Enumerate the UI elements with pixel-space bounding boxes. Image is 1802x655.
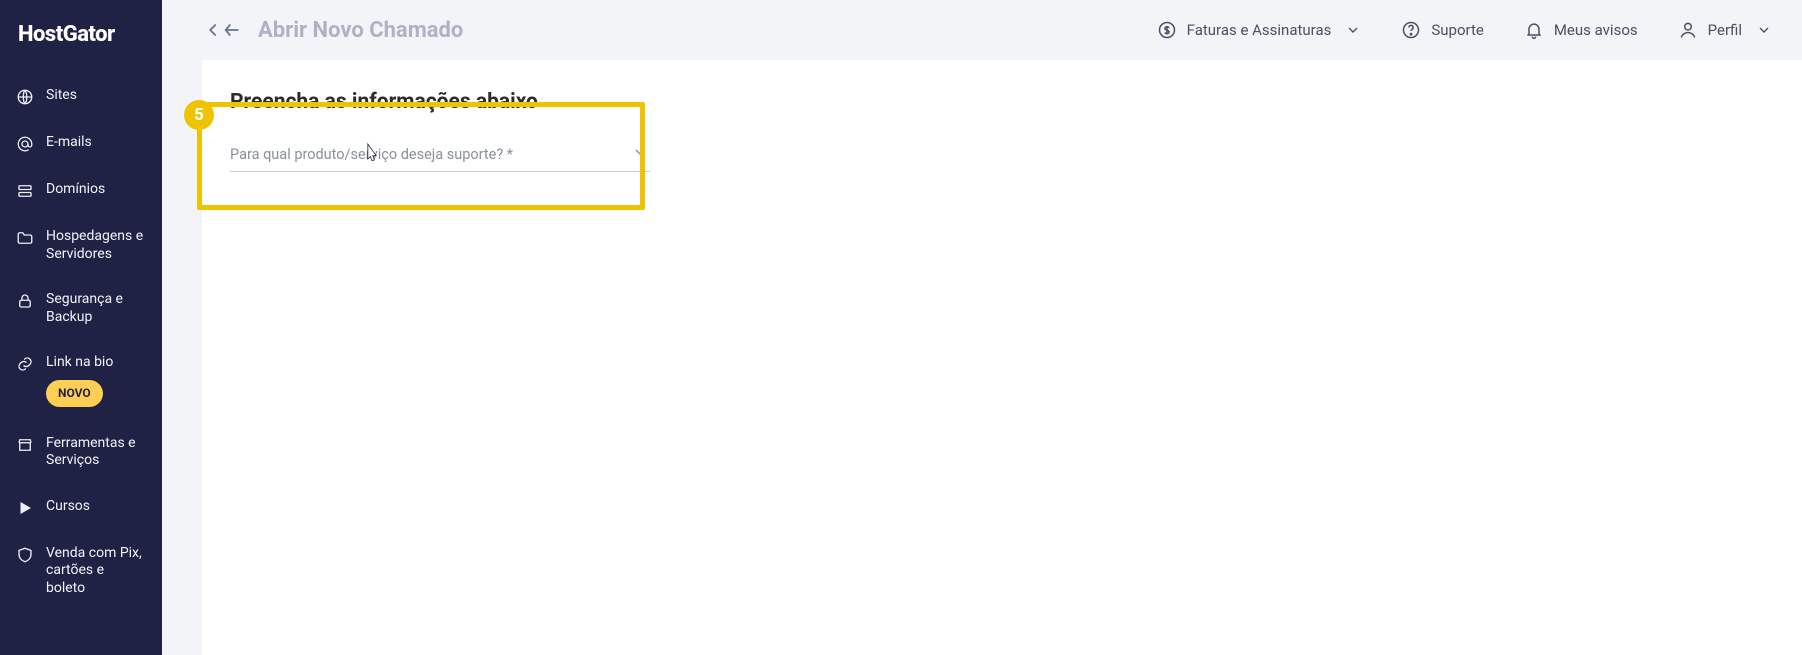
play-icon	[16, 499, 34, 517]
product-select-placeholder: Para qual produto/serviço deseja suporte…	[230, 146, 513, 163]
sidebar-item-label-wrap: Link na bio NOVO	[46, 354, 113, 407]
link-icon	[16, 355, 34, 373]
folder-icon	[16, 229, 34, 247]
lock-icon	[16, 292, 34, 310]
sidebar-item-ferramentas[interactable]: Ferramentas e Serviços	[10, 421, 152, 484]
sidebar-item-dominios[interactable]: Domínios	[10, 167, 152, 214]
sidebar-nav: Sites E-mails Domínios	[0, 73, 162, 611]
globe-icon	[16, 88, 34, 106]
sidebar-item-label: Ferramentas e Serviços	[46, 435, 146, 470]
sidebar-item-emails[interactable]: E-mails	[10, 120, 152, 167]
topbar: Abrir Novo Chamado Faturas e Assinaturas	[162, 0, 1802, 60]
main-area: Abrir Novo Chamado Faturas e Assinaturas	[162, 0, 1802, 655]
sidebar-item-label: Venda com Pix, cartões e boleto	[46, 545, 146, 598]
store-icon	[16, 436, 34, 454]
topbar-profile[interactable]: Perfil	[1678, 20, 1772, 40]
section-heading: Preencha as informações abaixo	[230, 90, 1774, 114]
topbar-link-label: Suporte	[1431, 21, 1483, 39]
topbar-left: Abrir Novo Chamado	[202, 18, 463, 43]
user-icon	[1678, 20, 1698, 40]
product-select[interactable]: Para qual produto/serviço deseja suporte…	[230, 138, 650, 172]
topbar-notifications[interactable]: Meus avisos	[1524, 20, 1638, 40]
sidebar-item-label: Segurança e Backup	[46, 291, 146, 326]
sidebar-item-label: Domínios	[46, 181, 105, 199]
chevron-down-icon	[1345, 22, 1361, 38]
layers-icon	[16, 182, 34, 200]
sidebar-item-label: Hospedagens e Servidores	[46, 228, 146, 263]
sidebar-item-label: E-mails	[46, 134, 92, 152]
page-title: Abrir Novo Chamado	[258, 18, 463, 43]
shield-icon	[16, 546, 34, 564]
sidebar-item-label: Cursos	[46, 498, 90, 516]
content-card: Preencha as informações abaixo Para qual…	[202, 60, 1802, 655]
form-row: Para qual produto/serviço deseja suporte…	[230, 134, 650, 212]
sidebar-item-hospedagens[interactable]: Hospedagens e Servidores	[10, 214, 152, 277]
topbar-right: Faturas e Assinaturas	[1157, 20, 1772, 40]
brand-logo: HostGator	[0, 0, 162, 73]
topbar-invoices[interactable]: Faturas e Assinaturas	[1157, 20, 1362, 40]
topbar-link-label: Meus avisos	[1554, 21, 1638, 39]
topbar-link-label: Faturas e Assinaturas	[1187, 21, 1332, 39]
annotation-step-number: 5	[194, 105, 204, 125]
sidebar-item-cursos[interactable]: Cursos	[10, 484, 152, 531]
chevron-down-icon	[632, 144, 648, 160]
sidebar-item-venda-pix[interactable]: Venda com Pix, cartões e boleto	[10, 531, 152, 612]
back-arrow-icon[interactable]	[202, 19, 224, 41]
sidebar: HostGator Sites E-mails	[0, 0, 162, 655]
dollar-icon	[1157, 20, 1177, 40]
bell-icon	[1524, 20, 1544, 40]
sidebar-item-label: Link na bio	[46, 354, 113, 372]
annotation-step-marker: 5	[184, 100, 214, 130]
topbar-link-label: Perfil	[1708, 21, 1742, 39]
chevron-down-icon	[1756, 22, 1772, 38]
help-icon	[1401, 20, 1421, 40]
back-arrow-tail	[222, 19, 244, 41]
novo-badge: NOVO	[46, 380, 103, 407]
sidebar-item-link-na-bio[interactable]: Link na bio NOVO	[10, 340, 152, 421]
at-icon	[16, 135, 34, 153]
topbar-support[interactable]: Suporte	[1401, 20, 1483, 40]
sidebar-item-label: Sites	[46, 87, 77, 105]
sidebar-item-seguranca[interactable]: Segurança e Backup	[10, 277, 152, 340]
sidebar-item-sites[interactable]: Sites	[10, 73, 152, 120]
